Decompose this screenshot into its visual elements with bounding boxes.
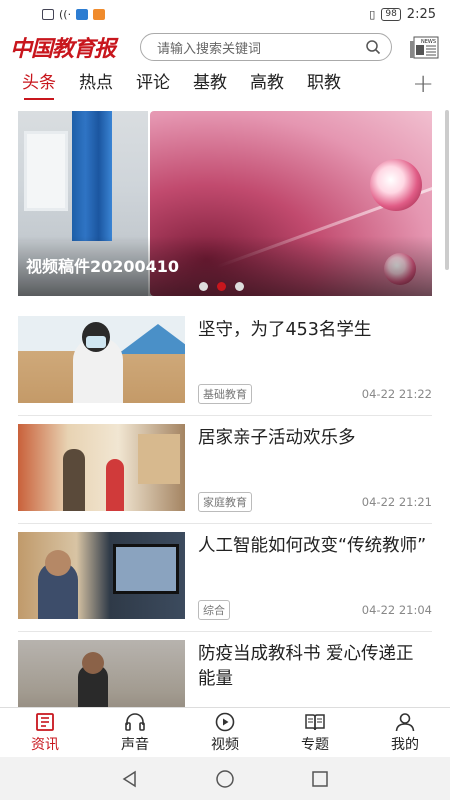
- tab-jijiao[interactable]: 基教: [193, 68, 227, 102]
- news-title[interactable]: 防疫当成教科书 爱心传递正能量: [198, 642, 428, 692]
- newspaper-icon-label: NEWS: [421, 39, 436, 45]
- system-navigation-bar: [0, 757, 450, 800]
- app-logo: 中国教育报: [10, 36, 116, 62]
- nav-item-news[interactable]: 资讯: [0, 708, 90, 757]
- wifi-icon: ((·: [59, 7, 72, 21]
- news-item[interactable]: 人工智能如何改变“传统教师” 综合 04-22 21:04: [18, 524, 432, 632]
- featured-carousel[interactable]: 视频稿件20200410: [18, 111, 432, 296]
- search-placeholder: 请输入搜索关键词: [157, 41, 262, 57]
- vibrate-icon: ▯: [369, 7, 376, 21]
- news-thumbnail[interactable]: [18, 424, 185, 511]
- headphones-icon: [125, 712, 145, 731]
- nav-item-topics[interactable]: 专题: [270, 708, 360, 757]
- app-notification-icon-2: [93, 8, 106, 20]
- news-title[interactable]: 坚守，为了453名学生: [198, 318, 428, 343]
- news-tag: 基础教育: [198, 384, 252, 404]
- sim-icon: [42, 8, 54, 20]
- battery-indicator: 98: [381, 7, 401, 21]
- app-header: 中国教育报 请输入搜索关键词 NEWS: [0, 28, 450, 66]
- play-icon: [215, 712, 235, 731]
- news-title[interactable]: 人工智能如何改变“传统教师”: [198, 534, 428, 559]
- news-time: 04-22 21:21: [361, 495, 432, 509]
- search-icon[interactable]: [365, 39, 381, 55]
- nav-item-video[interactable]: 视频: [180, 708, 270, 757]
- user-icon: [395, 712, 415, 731]
- newspaper-button[interactable]: NEWS: [410, 33, 440, 61]
- nav-label: 资讯: [31, 736, 59, 753]
- app-notification-icon: [76, 8, 89, 20]
- add-tab-button[interactable]: +: [412, 68, 434, 100]
- bottom-navigation: 资讯 声音 视频 专题 我的: [0, 707, 450, 757]
- scrollbar[interactable]: [445, 110, 449, 270]
- tab-gaojiao[interactable]: 高教: [250, 68, 284, 102]
- tab-toutiao[interactable]: 头条: [22, 68, 56, 102]
- news-thumbnail[interactable]: [18, 316, 185, 403]
- recents-icon[interactable]: [310, 769, 330, 789]
- back-icon[interactable]: [120, 769, 140, 789]
- home-icon[interactable]: [215, 769, 235, 789]
- category-tabs: 头条 热点 评论 基教 高教 职教 +: [0, 68, 450, 102]
- news-title[interactable]: 居家亲子活动欢乐多: [198, 426, 428, 451]
- nav-item-me[interactable]: 我的: [360, 708, 450, 757]
- nav-label: 专题: [301, 736, 329, 753]
- carousel-dot[interactable]: [235, 282, 244, 291]
- news-time: 04-22 21:22: [361, 387, 432, 401]
- carousel-dot[interactable]: [199, 282, 208, 291]
- nav-label: 视频: [211, 736, 239, 753]
- news-tag: 家庭教育: [198, 492, 252, 512]
- carousel-dot-active[interactable]: [217, 282, 226, 291]
- tab-zhijiao[interactable]: 职教: [307, 68, 341, 102]
- tab-redian[interactable]: 热点: [79, 68, 113, 102]
- carousel-title[interactable]: 视频稿件20200410: [26, 253, 179, 277]
- news-time: 04-22 21:04: [361, 603, 432, 617]
- carousel-indicator: [199, 282, 244, 291]
- book-icon: [305, 713, 325, 730]
- news-thumbnail[interactable]: [18, 532, 185, 619]
- news-icon: [36, 712, 54, 731]
- nav-item-audio[interactable]: 声音: [90, 708, 180, 757]
- news-item[interactable]: 居家亲子活动欢乐多 家庭教育 04-22 21:21: [18, 416, 432, 524]
- news-item[interactable]: 坚守，为了453名学生 基础教育 04-22 21:22: [18, 308, 432, 416]
- search-input[interactable]: 请输入搜索关键词: [140, 33, 392, 61]
- clock: 2:25: [406, 6, 436, 22]
- newspaper-icon: NEWS: [410, 36, 439, 59]
- nav-label: 我的: [391, 736, 419, 753]
- tab-pinglun[interactable]: 评论: [136, 68, 170, 102]
- status-bar: ((· ▯ 98 2:25: [0, 0, 450, 28]
- nav-label: 声音: [121, 736, 149, 753]
- news-tag: 综合: [198, 600, 230, 620]
